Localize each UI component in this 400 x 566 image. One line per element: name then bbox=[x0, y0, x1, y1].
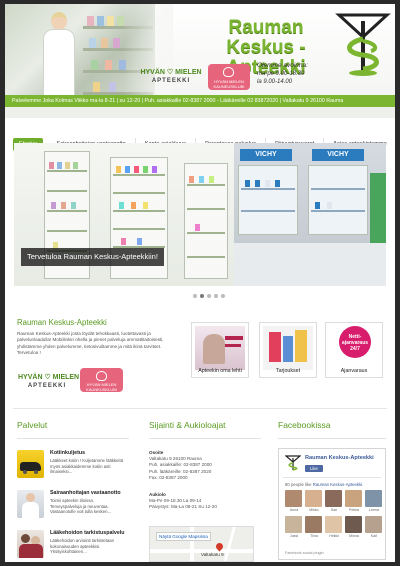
address-block: Osoite Valtakatu 9 26100 Rauma Puh. asia… bbox=[149, 450, 249, 481]
intro-kauneusklubi-logo[interactable]: HYVÄN MIELEN KAUNEUSKLUBI bbox=[80, 368, 123, 392]
badge-line-3: 24/7 bbox=[350, 346, 360, 352]
slider-caption: Tervetuloa Rauman Keskus-Apteekkiin! bbox=[21, 248, 164, 266]
fan-avatar[interactable] bbox=[345, 516, 362, 533]
fan-name[interactable]: Kari bbox=[365, 534, 383, 538]
site-header: Rauman Keskus - Apteekki HYVÄN ♡ MIELEN … bbox=[5, 4, 395, 118]
fan-name[interactable]: Pekka bbox=[345, 508, 363, 512]
slider-dot[interactable] bbox=[207, 294, 211, 298]
like-count-page-link[interactable]: Rauman Keskus-Apteekki. bbox=[313, 482, 364, 487]
tile-label: Apteekin oma lehti bbox=[198, 368, 242, 374]
slider-dot[interactable] bbox=[214, 294, 218, 298]
service-text: Toimii apteekin tiloissa. Terveyspalvelu… bbox=[50, 498, 112, 515]
facebook-fans-grid: Anna Mikko Sari Pekka Leena Jussi Tiina … bbox=[285, 490, 383, 544]
intro-hyva-bottom: APTEEKKI bbox=[27, 383, 67, 389]
service-text: Lääkkeet kotiin ! Kuljetamme lääkkeitä m… bbox=[50, 458, 124, 475]
fan-avatar[interactable] bbox=[285, 516, 302, 533]
page: Rauman Keskus - Apteekki HYVÄN ♡ MIELEN … bbox=[5, 4, 395, 562]
pharmacy-emblem-small-icon bbox=[285, 455, 301, 471]
hours-title: Olemme avoinna: bbox=[257, 62, 308, 69]
service-title: Sairaanhoitajan vastaanotto bbox=[50, 490, 121, 496]
fan-name[interactable]: Sari bbox=[325, 508, 343, 512]
heart-icon bbox=[96, 371, 107, 381]
service-title: Lääkehoidon tarkistuspalvelu bbox=[50, 530, 125, 536]
intro-text: Rauman Keskus-Apteekki josta löydät teho… bbox=[17, 331, 164, 356]
nurse-image bbox=[17, 490, 44, 518]
fan-name[interactable]: Minna bbox=[345, 534, 363, 538]
kauneusklubi-logo[interactable]: HYVÄN MIELEN KAUNEUSKLUBI bbox=[208, 64, 250, 90]
hours-block: Aukiolo Ma-Pe 09-18.30 La 09-14 Päivysty… bbox=[149, 492, 249, 511]
intro-hyva-top: HYVÄN ♡ MIELEN bbox=[18, 374, 80, 381]
facebook-like-count: 80 people like Rauman Keskus-Apteekki. bbox=[285, 482, 363, 487]
slider-dot[interactable] bbox=[193, 294, 197, 298]
fan-name[interactable]: Heikki bbox=[325, 534, 343, 538]
offers-image bbox=[263, 326, 313, 370]
facebook-like-button[interactable]: Like bbox=[305, 465, 323, 472]
service-title: Kotiinkuljetus bbox=[50, 450, 86, 456]
address-heading: Osoite bbox=[149, 450, 164, 455]
hyva-logo-bottom: APTEEKKI bbox=[151, 78, 191, 84]
tile-ajanvaraus[interactable]: Netti- ajanvaraus 24/7 Ajanvaraus bbox=[325, 322, 383, 378]
hyvan-mielen-apteekki-logo[interactable]: HYVÄN ♡ MIELEN APTEEKKI bbox=[138, 68, 204, 92]
tile-label: Tarjoukset bbox=[275, 368, 301, 374]
hero-slider[interactable]: VICHY VICHY Tervetuloa Rauman Keskus-Apt… bbox=[14, 143, 386, 286]
fan-avatar[interactable] bbox=[325, 490, 342, 507]
map-street-label: Valtakatu 9 bbox=[201, 552, 224, 557]
service-item-sairaanhoitajan-vastaanotto[interactable]: Sairaanhoitajan vastaanotto Toimii aptee… bbox=[17, 490, 125, 520]
tile-tarjoukset[interactable]: Tarjoukset bbox=[259, 322, 317, 378]
location-map[interactable]: Näytä Google Mapsissa Valtakatu 9 bbox=[149, 526, 254, 562]
hyva-logo-top: HYVÄN ♡ MIELEN bbox=[140, 69, 202, 76]
facebook-plugin-credit[interactable]: Facebook social plugin bbox=[285, 551, 324, 555]
fan-name[interactable]: Anna bbox=[285, 508, 303, 512]
vichy-banner-right: VICHY bbox=[312, 149, 364, 161]
magazine-cover-image bbox=[195, 326, 245, 370]
medication-review-image bbox=[17, 530, 44, 558]
vichy-banner-left: VICHY bbox=[240, 149, 292, 161]
hours-heading: Aukiolo bbox=[149, 492, 166, 497]
netti-ajanvaraus-badge: Netti- ajanvaraus 24/7 bbox=[339, 326, 371, 358]
location-heading: Sijainti & Aukioloajat bbox=[149, 420, 226, 430]
like-count-prefix: 80 people like bbox=[285, 482, 312, 487]
heart-icon bbox=[223, 67, 234, 77]
fan-name[interactable]: Mikko bbox=[305, 508, 323, 512]
intro-club-text: HYVÄN MIELEN KAUNEUSKLUBI bbox=[86, 382, 117, 392]
feature-tiles: Apteekin oma lehti Tarjoukset Netti- aja… bbox=[191, 322, 383, 378]
hours-weekdays: ma-pe 9.00-18.30 bbox=[257, 71, 305, 77]
fan-avatar[interactable] bbox=[325, 516, 342, 533]
header-opening-hours: Olemme avoinna: ma-pe 9.00-18.30 la 9.00… bbox=[257, 62, 337, 86]
club-logo-text: HYVÄN MIELEN KAUNEUSKLUBI bbox=[213, 79, 245, 89]
logo-line-1: Rauman bbox=[228, 17, 304, 38]
fan-name[interactable]: Jussi bbox=[285, 534, 303, 538]
hours-line: Päivystys: Ma-La 08-21 Su 12-20 bbox=[149, 504, 217, 510]
fan-avatar[interactable] bbox=[305, 490, 322, 507]
tile-label: Ajanvaraus bbox=[340, 368, 368, 374]
slide-photo-cosmetics: VICHY VICHY bbox=[234, 143, 386, 286]
fan-name[interactable]: Leena bbox=[365, 508, 383, 512]
service-item-laakehoidon-tarkistus[interactable]: Lääkehoidon tarkistuspalvelu Lääkehoidon… bbox=[17, 530, 125, 560]
slider-dot[interactable] bbox=[221, 294, 225, 298]
fan-avatar[interactable] bbox=[365, 490, 382, 507]
slider-pagination bbox=[193, 294, 228, 298]
pharmacy-emblem-icon bbox=[335, 13, 391, 76]
intro-title: Rauman Keskus-Apteekki bbox=[17, 318, 107, 327]
tile-apteekin-oma-lehti[interactable]: Apteekin oma lehti bbox=[191, 322, 249, 378]
facebook-page-name[interactable]: Rauman Keskus-Apteekki bbox=[305, 455, 374, 461]
address-line: Fax. 02-8387 2000 bbox=[149, 474, 188, 480]
fan-avatar[interactable] bbox=[305, 516, 322, 533]
slider-dot-active[interactable] bbox=[200, 294, 204, 298]
service-text: Lääkehoidon arviointi tarkistetaan kokon… bbox=[50, 538, 115, 555]
fan-avatar[interactable] bbox=[285, 490, 302, 507]
services-heading: Palvelut bbox=[17, 420, 48, 430]
hours-saturday: la 9.00-14.00 bbox=[257, 79, 293, 85]
open-google-maps-link[interactable]: Näytä Google Mapsissa bbox=[156, 532, 211, 541]
contact-info-bar: Palvelemme Joka Kolmas Viikko ma-la 8-21… bbox=[5, 95, 395, 107]
facebook-heading: Facebookissa bbox=[278, 420, 331, 430]
service-item-kotiinkuljetus[interactable]: Kotiinkuljetus Lääkkeet kotiin ! Kuljeta… bbox=[17, 450, 125, 480]
delivery-car-image bbox=[17, 450, 44, 478]
facebook-like-box: Rauman Keskus-Apteekki Like 80 people li… bbox=[278, 448, 386, 560]
fan-avatar[interactable] bbox=[365, 516, 382, 533]
fan-name[interactable]: Tiina bbox=[305, 534, 323, 538]
fan-avatar[interactable] bbox=[345, 490, 362, 507]
intro-hyvan-mielen-logo[interactable]: HYVÄN ♡ MIELEN APTEEKKI bbox=[18, 373, 80, 393]
